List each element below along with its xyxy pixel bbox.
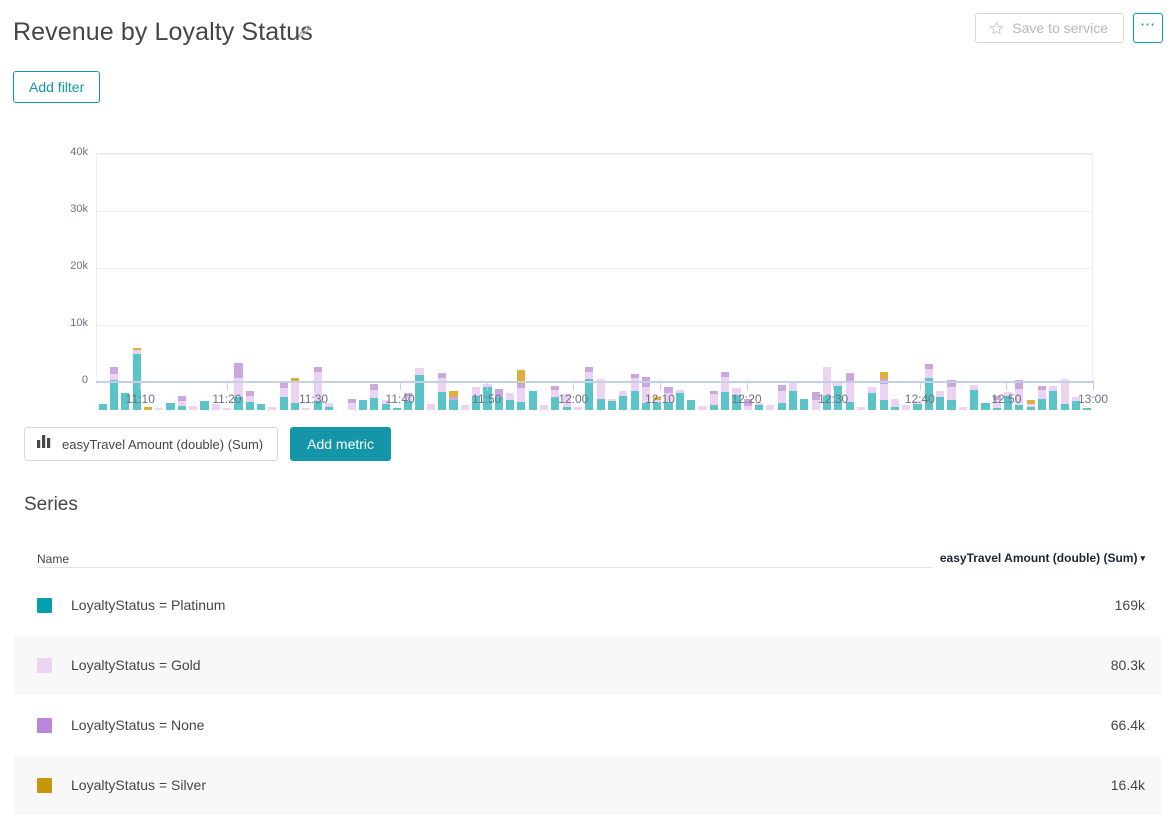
series-name: LoyaltyStatus = Platinum — [71, 597, 226, 613]
x-axis-tick-label: 11:10 — [125, 392, 155, 406]
x-axis-tick-label: 12:30 — [818, 392, 849, 406]
bar-chart-icon — [37, 435, 52, 453]
x-axis-tick — [140, 383, 142, 390]
metric-chip-label: easyTravel Amount (double) (Sum) — [62, 436, 264, 452]
x-axis-tick-label: 12:50 — [991, 392, 1022, 406]
x-axis-tick — [226, 383, 228, 390]
bar-segment — [234, 363, 243, 379]
series-row[interactable]: LoyaltyStatus = None 66.4k — [14, 695, 1161, 755]
x-axis-tick-label: 11:40 — [385, 392, 415, 406]
x-axis-tick — [313, 383, 315, 390]
column-header-metric-label: easyTravel Amount (double) (Sum) — [939, 551, 1138, 565]
pencil-icon[interactable] — [296, 24, 312, 40]
x-axis-tick — [1006, 383, 1008, 390]
series-table: Name easyTravel Amount (double) (Sum) ▾ L… — [14, 545, 1161, 815]
y-axis-labels: 0 10k 20k 30k 40k — [0, 140, 88, 386]
bar-segment — [109, 373, 119, 381]
column-header-metric[interactable]: easyTravel Amount (double) (Sum) ▾ — [931, 551, 1145, 565]
x-axis-tick-label: 13:00 — [1077, 392, 1109, 406]
page-title: Revenue by Loyalty Status — [13, 18, 313, 46]
y-axis-tick-label: 0 — [81, 374, 88, 386]
x-axis-tick-label: 11:50 — [472, 392, 502, 406]
series-row[interactable]: LoyaltyStatus = Platinum 169k — [14, 575, 1161, 635]
more-options-icon: ⋯ — [1140, 16, 1156, 33]
header-actions: Save to service ⋯ — [975, 13, 1163, 43]
save-to-service-button[interactable]: Save to service — [975, 13, 1124, 43]
column-header-name[interactable]: Name — [37, 552, 76, 566]
series-table-header: Name easyTravel Amount (double) (Sum) ▾ — [14, 545, 1161, 575]
add-filter-button[interactable]: Add filter — [13, 71, 101, 103]
series-value: 16.4k — [1110, 777, 1145, 793]
x-axis-tick-label: 12:10 — [644, 392, 675, 406]
chart-bars — [97, 182, 1093, 410]
x-axis-tick — [486, 383, 488, 390]
x-axis-tick — [573, 383, 575, 390]
x-axis-tick — [746, 383, 748, 390]
series-color-swatch — [37, 717, 52, 733]
page-header: Revenue by Loyalty Status Save to servic… — [0, 0, 1175, 62]
series-color-swatch — [37, 657, 52, 673]
save-to-service-label: Save to service — [1012, 20, 1108, 36]
series-rows: LoyaltyStatus = Platinum 169k LoyaltyStatu… — [14, 575, 1161, 815]
x-axis-tick — [400, 383, 402, 390]
sort-descending-icon: ▾ — [1140, 553, 1145, 563]
series-name: LoyaltyStatus = Gold — [71, 657, 201, 673]
x-axis-tick-label: 11:30 — [298, 392, 329, 406]
series-section-title: Series — [24, 494, 78, 515]
y-axis-tick-label: 40k — [70, 146, 88, 158]
add-metric-button[interactable]: Add metric — [290, 427, 392, 461]
series-name: LoyaltyStatus = None — [71, 717, 205, 733]
add-filter-label: Add filter — [29, 79, 85, 95]
y-axis-tick-label: 10k — [70, 317, 88, 329]
series-row[interactable]: LoyaltyStatus = Gold 80.3k — [14, 635, 1161, 695]
x-axis-tick — [659, 383, 661, 390]
x-axis-tick-label: 12:20 — [731, 392, 762, 406]
series-name: LoyaltyStatus = Silver — [71, 777, 207, 793]
series-value: 80.3k — [1110, 657, 1145, 673]
series-value: 66.4k — [1110, 717, 1145, 733]
star-icon — [989, 20, 1004, 36]
series-row[interactable]: LoyaltyStatus = Silver 16.4k — [14, 755, 1161, 815]
x-axis-tick-label: 11:20 — [212, 392, 242, 406]
y-axis-tick-label: 20k — [70, 260, 88, 272]
bar-segment — [879, 371, 888, 380]
header-rule-right — [577, 567, 932, 568]
metric-chip[interactable]: easyTravel Amount (double) (Sum) — [24, 427, 279, 461]
y-axis-tick-label: 30k — [70, 203, 88, 215]
more-options-button[interactable]: ⋯ — [1133, 13, 1163, 43]
metric-row: easyTravel Amount (double) (Sum) Add met… — [24, 427, 392, 461]
bar-segment — [924, 368, 933, 379]
bar-segment — [415, 367, 424, 376]
chart-container: 0 10k 20k 30k 40k 11:10 11:20 11:30 11:40 11:50 1… — [0, 140, 1175, 410]
add-metric-label: Add metric — [307, 436, 375, 452]
x-axis-ticks: 11:10 11:20 11:30 11:40 11:50 12:00 12:10 12:20… — [96, 383, 1108, 409]
series-color-swatch — [37, 777, 52, 793]
x-axis-tick — [1093, 383, 1094, 390]
series-value: 169k — [1114, 597, 1145, 613]
x-axis-tick-label: 12:40 — [904, 392, 935, 406]
series-color-swatch — [37, 597, 52, 613]
x-axis-tick — [919, 383, 921, 390]
x-axis-tick-label: 12:00 — [558, 392, 589, 406]
chart-gridline — [97, 154, 1092, 155]
header-rule-left — [37, 567, 577, 568]
x-axis-tick — [833, 383, 835, 390]
